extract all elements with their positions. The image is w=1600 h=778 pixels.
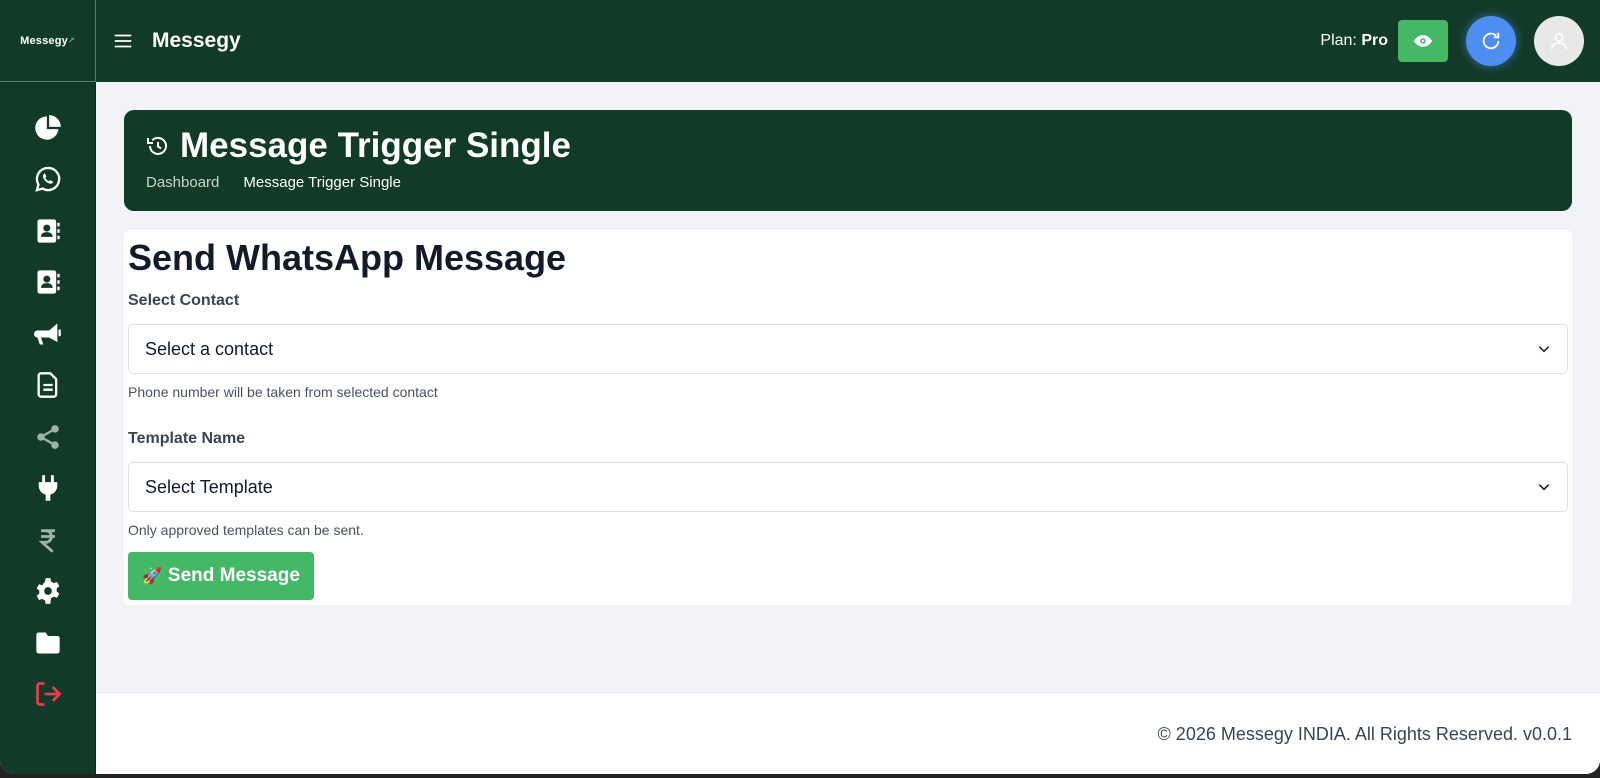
contact-help-text: Phone number will be taken from selected…: [128, 384, 438, 400]
folder-icon: [35, 632, 60, 654]
sidebar-item-whatsapp[interactable]: [0, 154, 95, 206]
sidebar-item-templates[interactable]: [0, 360, 95, 412]
logo-mark: ↗: [67, 36, 75, 45]
app-window: Messegy ↗ Messegy Plan: Pro Message Trig…: [0, 0, 1600, 774]
contact-select[interactable]: Select a contact: [128, 324, 1568, 374]
page-header: Message Trigger Single Dashboard Message…: [124, 110, 1572, 211]
template-select-value: Select Template: [145, 476, 273, 497]
rocket-icon: 🚀: [142, 568, 162, 585]
sidebar-item-logout[interactable]: [0, 669, 95, 721]
chevron-down-icon: [1538, 346, 1550, 353]
breadcrumb: Dashboard Message Trigger Single: [146, 174, 1550, 191]
whatsapp-icon: [34, 166, 60, 192]
refresh-button[interactable]: [1466, 16, 1516, 66]
page-title: Message Trigger Single: [180, 126, 571, 165]
contact-select-value: Select a contact: [145, 338, 274, 359]
plug-icon: [38, 475, 57, 502]
send-message-form: Send WhatsApp Message Select Contact Sel…: [124, 230, 1572, 605]
breadcrumb-dashboard-link[interactable]: Dashboard: [146, 174, 219, 191]
user-avatar[interactable]: [1534, 16, 1584, 66]
sidebar-item-files[interactable]: [0, 617, 95, 669]
sidebar: Messegy ↗: [0, 0, 96, 774]
view-button[interactable]: [1398, 20, 1448, 62]
send-message-button[interactable]: 🚀 Send Message: [128, 552, 314, 600]
top-bar: Messegy Plan: Pro: [96, 0, 1600, 82]
contact-book-icon: [37, 270, 60, 294]
pie-chart-icon: [34, 114, 61, 140]
sidebar-item-groups[interactable]: [0, 257, 95, 309]
template-help-text: Only approved templates can be sent.: [128, 522, 364, 538]
sidebar-item-campaigns[interactable]: [0, 308, 95, 360]
sidebar-item-settings[interactable]: [0, 566, 95, 618]
sidebar-item-contacts[interactable]: [0, 205, 95, 257]
template-select[interactable]: Select Template: [128, 462, 1568, 512]
contact-label: Select Contact: [128, 292, 240, 309]
form-title: Send WhatsApp Message: [128, 237, 567, 278]
user-icon: [1550, 32, 1568, 50]
sidebar-item-dashboard[interactable]: [0, 102, 95, 154]
history-icon: [147, 136, 167, 155]
gear-icon: [36, 578, 59, 605]
send-message-label: Send Message: [167, 565, 300, 586]
sidebar-nav: [0, 82, 95, 720]
page-title-row: Message Trigger Single: [146, 126, 1550, 166]
footer: © 2026 Messegy INDIA. All Rights Reserve…: [96, 694, 1600, 774]
plan-label: Plan:: [1320, 32, 1357, 49]
logout-icon: [35, 682, 62, 707]
document-icon: [37, 372, 57, 399]
top-right-actions: Plan: Pro: [1320, 16, 1600, 66]
hamburger-menu-icon[interactable]: [112, 30, 134, 52]
refresh-icon: [1482, 32, 1500, 50]
template-label: Template Name: [128, 430, 246, 447]
sidebar-item-billing[interactable]: [0, 514, 95, 566]
rupee-icon: [37, 529, 55, 553]
contact-book-icon: [37, 219, 60, 243]
logo[interactable]: Messegy ↗: [0, 0, 96, 82]
eye-icon: [1413, 35, 1433, 47]
sidebar-item-plugins[interactable]: [0, 463, 95, 515]
logo-text: Messegy: [20, 34, 68, 47]
brand-title: Messegy: [152, 29, 241, 52]
breadcrumb-current: Message Trigger Single: [243, 174, 401, 191]
chevron-down-icon: [1538, 484, 1550, 491]
plan-indicator: Plan: Pro: [1320, 32, 1388, 50]
footer-copyright: © 2026 Messegy INDIA. All Rights Reserve…: [1157, 723, 1572, 744]
sidebar-item-integrations[interactable]: [0, 411, 95, 463]
share-icon: [36, 424, 59, 449]
megaphone-icon: [33, 323, 61, 345]
plan-value: Pro: [1361, 32, 1388, 49]
